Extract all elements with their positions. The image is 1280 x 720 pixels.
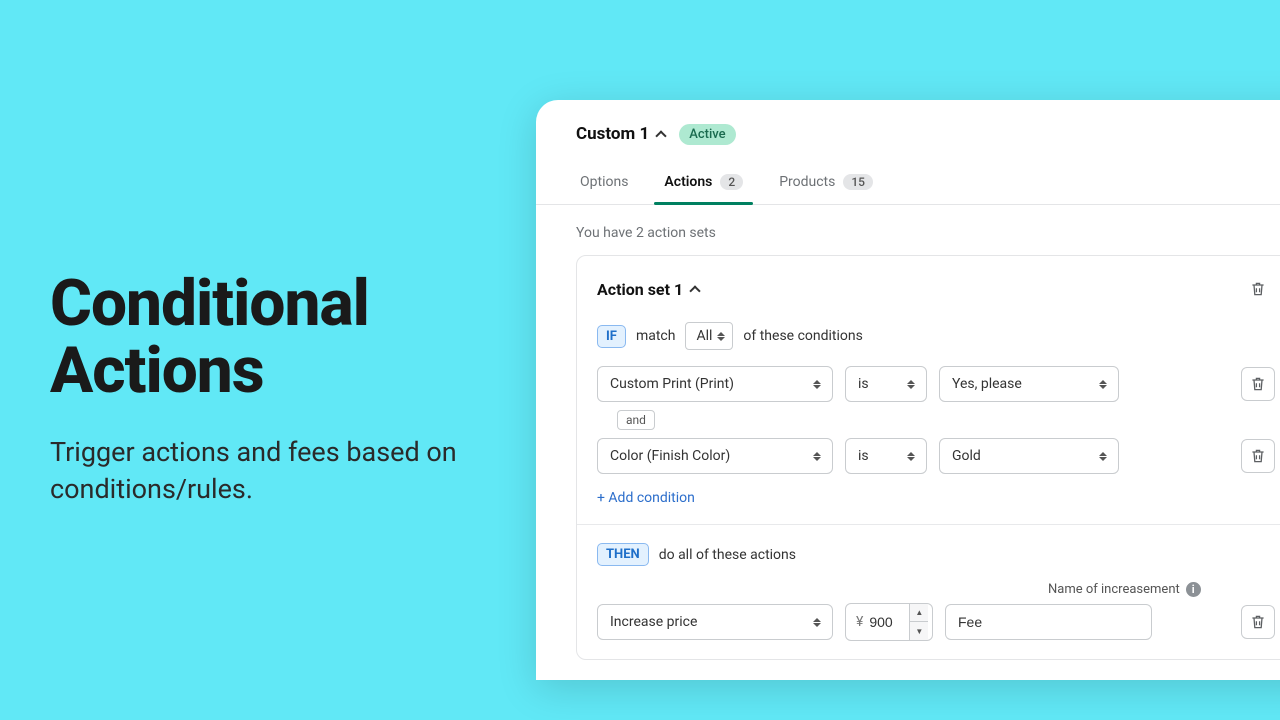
- then-block: THEN do all of these actions Name of inc…: [577, 525, 1280, 659]
- sort-icon: [812, 615, 822, 629]
- products-count-badge: 15: [843, 174, 873, 190]
- condition-operator-select[interactable]: is: [845, 438, 927, 474]
- and-connector: and: [617, 410, 1275, 430]
- more-menu-button[interactable]: [1272, 122, 1280, 146]
- field-labels-row: Name of increasement i: [597, 582, 1275, 597]
- sort-icon: [716, 329, 726, 343]
- delete-action-button[interactable]: [1241, 605, 1275, 639]
- trash-icon: [1250, 376, 1266, 392]
- tabs: Options Actions 2 Products 15: [536, 156, 1280, 205]
- delete-condition-button[interactable]: [1241, 439, 1275, 473]
- action-row: Increase price ¥ ▲ ▼: [597, 603, 1275, 641]
- info-icon[interactable]: i: [1186, 582, 1201, 597]
- then-pill: THEN: [597, 543, 649, 566]
- if-block: IF match All of these conditions Custom …: [577, 322, 1280, 525]
- condition-field-select[interactable]: Color (Finish Color): [597, 438, 833, 474]
- trash-icon: [1250, 281, 1266, 297]
- sort-icon: [906, 377, 916, 391]
- hero-title: Conditional Actions: [50, 270, 520, 404]
- amount-input[interactable]: ¥ ▲ ▼: [845, 603, 933, 641]
- match-text: match: [636, 328, 676, 344]
- status-badge: Active: [679, 124, 735, 145]
- action-set-header: Action set 1: [577, 256, 1280, 322]
- condition-row: Color (Finish Color) is Gold: [597, 438, 1275, 474]
- action-sets-summary: You have 2 action sets: [536, 205, 1280, 255]
- hero-section: Conditional Actions Trigger actions and …: [50, 270, 520, 507]
- if-pill: IF: [597, 325, 626, 348]
- trash-icon: [1250, 448, 1266, 464]
- actions-count-badge: 2: [720, 174, 743, 190]
- action-type-select[interactable]: Increase price: [597, 604, 833, 640]
- add-condition-button[interactable]: + Add condition: [597, 490, 695, 506]
- delete-action-set-button[interactable]: [1241, 272, 1275, 306]
- condition-value-select[interactable]: Gold: [939, 438, 1119, 474]
- condition-row: Custom Print (Print) is Yes, please: [597, 366, 1275, 402]
- amount-stepper: ▲ ▼: [909, 604, 928, 640]
- chevron-up-icon: [656, 130, 667, 141]
- sort-icon: [812, 377, 822, 391]
- condition-value-select[interactable]: Yes, please: [939, 366, 1119, 402]
- tab-options[interactable]: Options: [576, 166, 632, 204]
- match-scope-select[interactable]: All: [685, 322, 733, 350]
- fee-name-input[interactable]: [945, 604, 1152, 640]
- sort-icon: [1098, 449, 1108, 463]
- conditions-suffix-text: of these conditions: [743, 328, 862, 344]
- tab-actions[interactable]: Actions 2: [660, 166, 747, 204]
- if-header: IF match All of these conditions: [597, 322, 1275, 350]
- rule-title[interactable]: Custom 1: [576, 124, 665, 144]
- currency-symbol: ¥: [846, 614, 869, 630]
- chevron-up-icon: [689, 285, 700, 296]
- action-set-card: Action set 1 IF match All of these condi…: [576, 255, 1280, 660]
- name-of-increasement-label: Name of increasement i: [1048, 582, 1223, 597]
- trash-icon: [1250, 614, 1266, 630]
- sort-icon: [906, 449, 916, 463]
- action-set-title[interactable]: Action set 1: [597, 280, 699, 299]
- delete-condition-button[interactable]: [1241, 367, 1275, 401]
- sort-icon: [1098, 377, 1108, 391]
- amount-value-input[interactable]: [869, 614, 909, 630]
- panel-header: Custom 1 Active: [536, 100, 1280, 156]
- condition-operator-select[interactable]: is: [845, 366, 927, 402]
- step-up-button[interactable]: ▲: [910, 604, 928, 622]
- step-down-button[interactable]: ▼: [910, 622, 928, 640]
- hero-subtitle: Trigger actions and fees based on condit…: [50, 434, 520, 507]
- sort-icon: [812, 449, 822, 463]
- then-header: THEN do all of these actions: [597, 543, 1275, 566]
- then-suffix-text: do all of these actions: [659, 547, 796, 563]
- condition-field-select[interactable]: Custom Print (Print): [597, 366, 833, 402]
- and-label: and: [617, 410, 655, 430]
- config-panel: Custom 1 Active Options Actions 2 Produc…: [536, 100, 1280, 680]
- tab-products[interactable]: Products 15: [775, 166, 877, 204]
